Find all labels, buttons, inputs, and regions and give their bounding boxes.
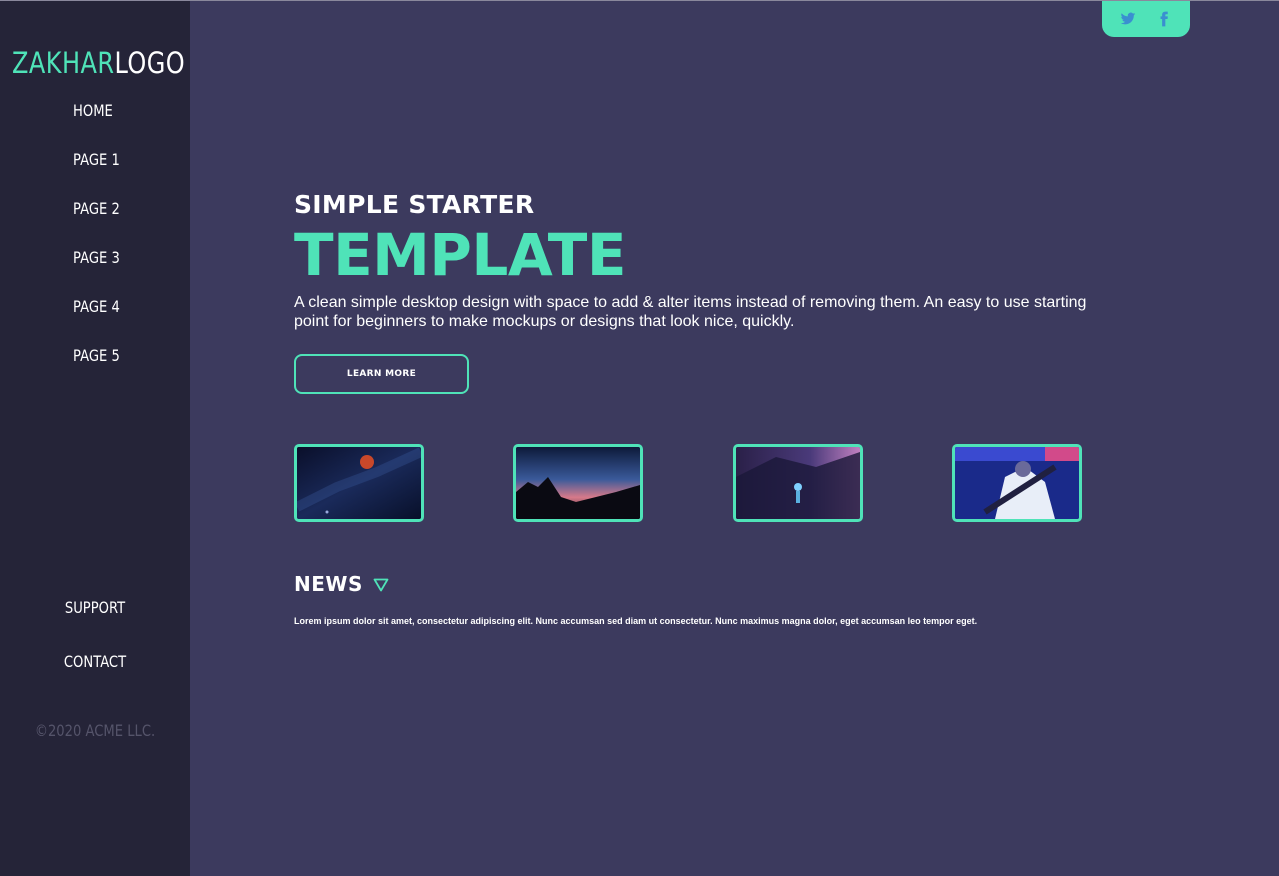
facebook-icon[interactable] xyxy=(1156,11,1172,27)
nav-item-support[interactable]: SUPPORT xyxy=(17,594,173,648)
news-header: NEWS xyxy=(294,572,389,596)
logo-part-2: LOGO xyxy=(114,46,186,80)
nav-item-contact[interactable]: CONTACT xyxy=(17,648,173,702)
hero-subtitle: SIMPLE STARTER xyxy=(294,190,535,219)
nav-item-home[interactable]: HOME xyxy=(73,97,120,146)
logo[interactable]: ZAKHARLOGO xyxy=(12,46,185,80)
nav-item-page-2[interactable]: PAGE 2 xyxy=(73,195,120,244)
copyright: ©2020 ACME LLC. xyxy=(34,721,156,740)
gallery-image-moon[interactable] xyxy=(294,444,424,522)
chevron-down-icon[interactable] xyxy=(373,578,389,592)
gallery-image-sunset[interactable] xyxy=(513,444,643,522)
social-bar xyxy=(1102,0,1190,37)
learn-more-button[interactable]: LEARN MORE xyxy=(294,354,469,394)
main-content: SIMPLE STARTER TEMPLATE A clean simple d… xyxy=(190,0,1279,876)
hero-description: A clean simple desktop design with space… xyxy=(294,294,1087,330)
nav-item-page-1[interactable]: PAGE 1 xyxy=(73,146,120,195)
main-nav: HOME PAGE 1 PAGE 2 PAGE 3 PAGE 4 PAGE 5 xyxy=(73,97,130,391)
news-text: Lorem ipsum dolor sit amet, consectetur … xyxy=(294,616,978,626)
secondary-nav: SUPPORT CONTACT xyxy=(0,594,190,702)
gallery-image-musician[interactable] xyxy=(952,444,1082,522)
gallery-image-figure[interactable] xyxy=(733,444,863,522)
top-border xyxy=(0,0,1279,1)
twitter-icon[interactable] xyxy=(1120,11,1136,27)
hero: SIMPLE STARTER TEMPLATE A clean simple d… xyxy=(294,190,1114,331)
logo-part-1: ZAKHAR xyxy=(12,46,115,80)
hero-title: TEMPLATE xyxy=(294,221,626,289)
nav-item-page-5[interactable]: PAGE 5 xyxy=(73,342,120,391)
nav-item-page-4[interactable]: PAGE 4 xyxy=(73,293,120,342)
news-title: NEWS xyxy=(294,572,363,596)
sidebar: ZAKHARLOGO HOME PAGE 1 PAGE 2 PAGE 3 PAG… xyxy=(0,0,190,876)
nav-item-page-3[interactable]: PAGE 3 xyxy=(73,244,120,293)
